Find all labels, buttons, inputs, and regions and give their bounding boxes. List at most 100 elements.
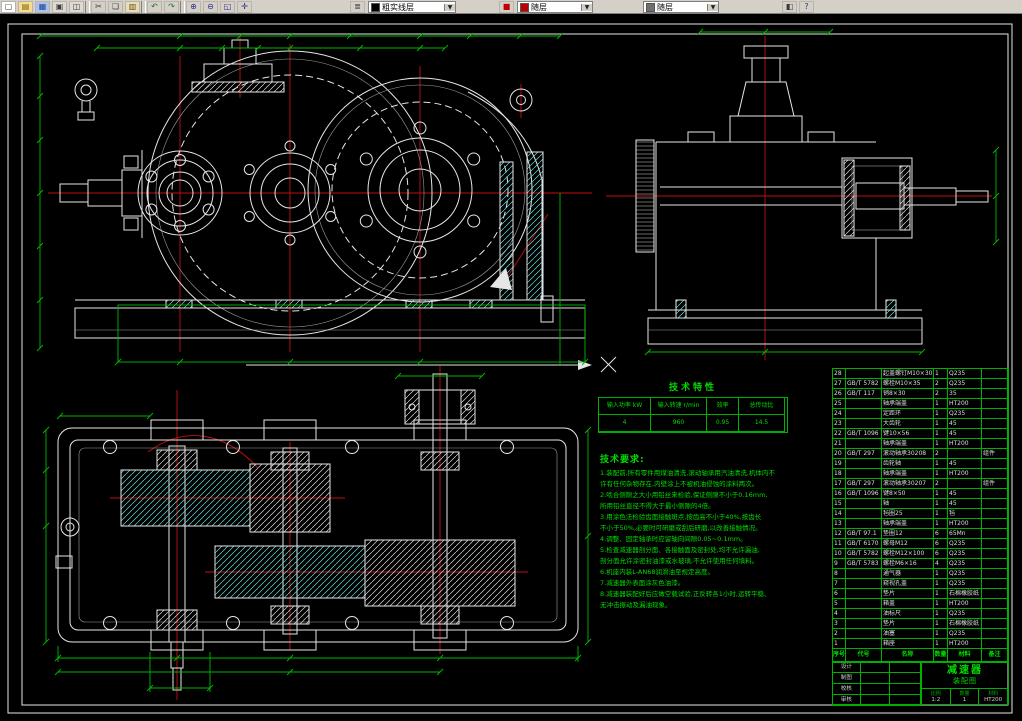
parts-list-cell: 45 (948, 429, 982, 439)
parts-list-cell: 45 (948, 489, 982, 499)
parts-list-cell: HT200 (948, 439, 982, 449)
cad-application-window: ▢ ▤ ▦ ▣ ◫ ✂ ❏ ▥ ↶ ↷ ⊕ ⊖ ◱ ✛ ≣ 粗实线层 ▼ ■ 随层 ▼ 随层 ▼ ◧? 技术特性 输入功率 … (0, 0, 1022, 721)
parts-list-cell: 滚动轴承30207 (882, 479, 934, 489)
title-block-signature-cell (860, 695, 891, 706)
redo-icon-glyph: ↷ (168, 2, 175, 11)
tech-characteristics-title: 技术特性 (668, 383, 717, 393)
zoom-out-icon-glyph: ⊖ (207, 2, 214, 11)
parts-list-cell (846, 589, 882, 599)
parts-list-row: 26 GB/T 117 销8×30 2 35 (833, 389, 1008, 399)
parts-list-cell: 垫圈12 (882, 529, 934, 539)
parts-list-row: 20 GB/T 297 滚动轴承30208 2 组件 (833, 449, 1008, 459)
zoom-out-icon[interactable]: ⊖ (203, 1, 218, 13)
tech-requirement-line: 7.减速器外表面涂灰色油漆。 (600, 579, 685, 587)
parts-list-cell: 4 (934, 559, 948, 569)
linetype-combo[interactable]: 随层 ▼ (643, 1, 719, 13)
layer-color-icon-glyph: ■ (502, 2, 511, 11)
chevron-down-icon: ▼ (707, 3, 718, 11)
open-icon[interactable]: ▤ (18, 1, 33, 13)
parts-list-cell: 石棉橡胶纸 (948, 589, 982, 599)
parts-list-cell: 窥视孔盖 (882, 579, 934, 589)
copy-icon[interactable]: ❏ (108, 1, 123, 13)
parts-list-row: 4 油标尺 1 Q235 (833, 609, 1008, 619)
parts-list-cell (846, 399, 882, 409)
redo-icon[interactable]: ↷ (164, 1, 179, 13)
title-block-signature-cell (860, 684, 891, 695)
title-block-row: 设计 (833, 662, 921, 673)
title-block-info-value: 1:2 (931, 696, 941, 703)
parts-list-cell (982, 509, 1008, 519)
parts-list-cell: 6 (934, 549, 948, 559)
parts-list-table: 28 起盖螺钉M10×30 1 Q235 27 GB/T 5782 螺栓M10×35 2 Q23… (832, 368, 1009, 663)
title-block-signature-rows: 设计 制图 校核 审核 (833, 662, 922, 706)
parts-list-row: 19 齿轮轴 1 45 (833, 459, 1008, 469)
pan-icon[interactable]: ✛ (237, 1, 252, 13)
tech-table-value-cell: 0.95 (707, 415, 739, 432)
parts-list-cell: 24 (833, 409, 846, 419)
parts-list-cell: 16 (833, 489, 846, 499)
help-icon-glyph: ? (804, 2, 809, 11)
parts-list-cell (982, 399, 1008, 409)
tech-table-value-cell: 14.5 (739, 415, 785, 432)
parts-list-cell: 1 (934, 369, 948, 379)
print-preview-icon[interactable]: ◫ (69, 1, 84, 13)
properties-icon-glyph: ◧ (785, 2, 794, 11)
layer-color-icon[interactable]: ■ (499, 1, 514, 13)
new-file-icon[interactable]: ▢ (1, 1, 16, 13)
parts-list-cell (982, 389, 1008, 399)
zoom-in-icon[interactable]: ⊕ (186, 1, 201, 13)
parts-list-cell: 9 (833, 559, 846, 569)
parts-list-row: 16 GB/T 1096 键8×50 1 45 (833, 489, 1008, 499)
tech-table-header-cell: 输入功率 kW (599, 398, 651, 415)
parts-list-cell: HT200 (948, 639, 982, 649)
zoom-window-icon[interactable]: ◱ (220, 1, 235, 13)
title-block-date-cell (890, 695, 921, 706)
parts-list-row: 7 窥视孔盖 1 Q235 (833, 579, 1008, 589)
parts-list-cell: 螺栓M10×35 (882, 379, 934, 389)
parts-list-cell (982, 609, 1008, 619)
parts-list-cell: 8 (833, 569, 846, 579)
properties-icon[interactable]: ◧ (782, 1, 797, 13)
undo-icon[interactable]: ↶ (147, 1, 162, 13)
side-view (606, 28, 1000, 360)
chevron-down-icon: ▼ (444, 3, 455, 11)
cut-icon[interactable]: ✂ (91, 1, 106, 13)
parts-list-cell (846, 569, 882, 579)
tech-table-value-cell: 960 (651, 415, 707, 432)
help-icon[interactable]: ? (799, 1, 814, 13)
save-icon[interactable]: ▦ (35, 1, 50, 13)
parts-list-cell (846, 629, 882, 639)
color-combo-value: 随层 (531, 2, 547, 12)
parts-list-cell: GB/T 1096 (846, 429, 882, 439)
parts-list-cell: 滚动轴承30208 (882, 449, 934, 459)
parts-list-cell: Q235 (948, 539, 982, 549)
parts-list-cell: 2 (934, 479, 948, 489)
title-block-row: 审核 (833, 695, 921, 706)
color-combo-swatch (520, 2, 529, 12)
tech-requirement-line: 许有任何杂物存在,内壁涂上不被机油侵蚀的涂料两次。 (600, 480, 759, 488)
parts-list-cell: 6 (934, 539, 948, 549)
linetype-combo-value: 随层 (657, 2, 673, 12)
parts-list-row: 9 GB/T 5783 螺栓M6×16 4 Q235 (833, 559, 1008, 569)
parts-list-cell: 35 (948, 389, 982, 399)
parts-list-cell: GB/T 5783 (846, 559, 882, 569)
layer-manager-icon-glyph: ≣ (354, 2, 361, 11)
toolbar-separator (85, 1, 90, 13)
parts-list-cell (846, 419, 882, 429)
paste-icon[interactable]: ▥ (125, 1, 140, 13)
parts-list-cell (982, 569, 1008, 579)
parts-list-cell: 11 (833, 539, 846, 549)
layer-combo[interactable]: 粗实线层 ▼ (368, 1, 456, 13)
parts-list-cell (846, 509, 882, 519)
parts-list-row: 21 轴承端盖 1 HT200 (833, 439, 1008, 449)
parts-list-cell: 1 (934, 599, 948, 609)
color-combo[interactable]: 随层 ▼ (517, 1, 593, 13)
title-block-info-value: HT200 (984, 696, 1003, 703)
tech-requirements: 技术要求: 1.装配前,所有零件用煤油清洗,滚动轴承用汽油清洗,机体内不 许有任… (600, 452, 852, 611)
print-icon[interactable]: ▣ (52, 1, 67, 13)
layer-manager-icon[interactable]: ≣ (350, 1, 365, 13)
parts-list-cell: 1 (934, 419, 948, 429)
parts-list-cell: 15 (833, 499, 846, 509)
zoom-in-icon-glyph: ⊕ (190, 2, 197, 11)
parts-list-cell: 齿轮轴 (882, 459, 934, 469)
